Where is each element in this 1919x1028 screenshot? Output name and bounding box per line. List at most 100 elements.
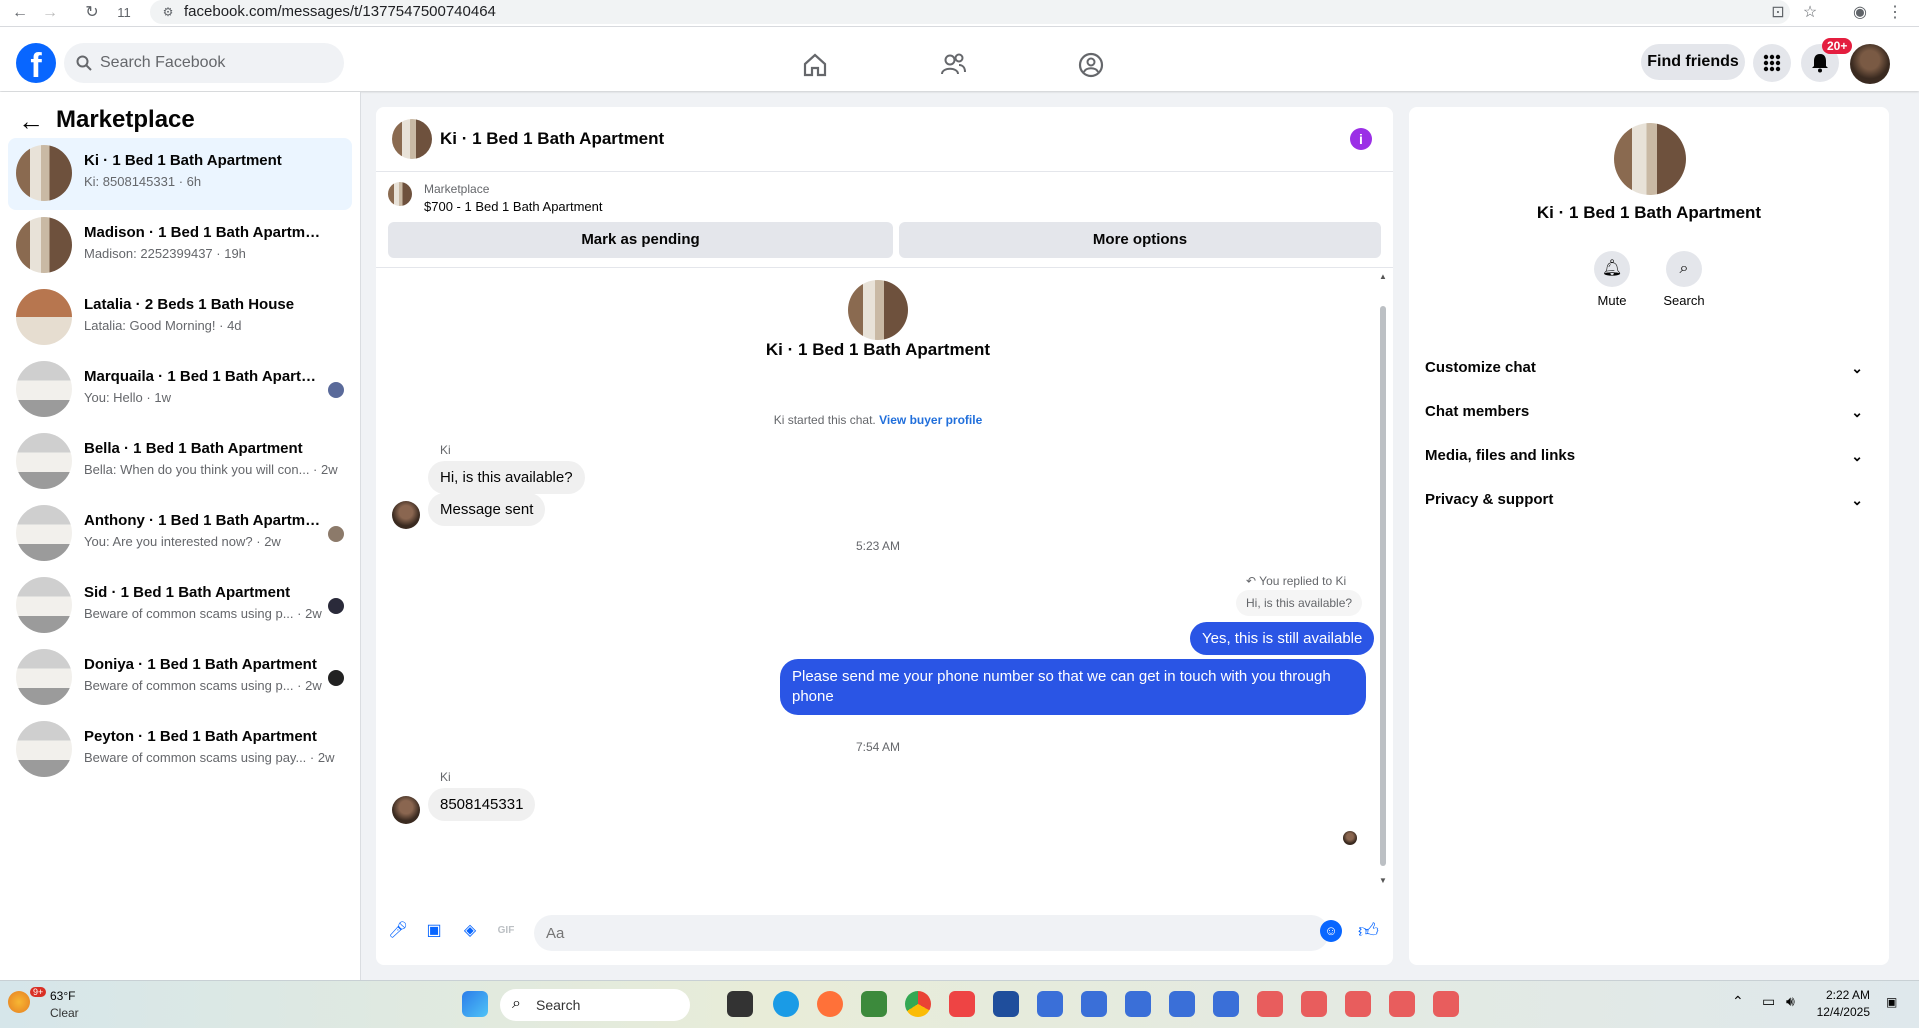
snipping-tool-icon[interactable] xyxy=(949,991,975,1017)
conversation-item[interactable]: Marquaila · 1 Bed 1 Bath Apartm... You: H… xyxy=(8,354,352,426)
menu-icon[interactable]: ⋮ xyxy=(1885,3,1905,23)
sender-avatar[interactable] xyxy=(392,501,420,529)
reload-icon[interactable]: ↻ xyxy=(82,3,102,23)
chat-avatar[interactable] xyxy=(392,119,432,159)
task-view-icon[interactable] xyxy=(727,991,753,1017)
mute-button[interactable]: 🔔︎ Mute xyxy=(1577,251,1647,308)
volume-icon[interactable]: 🔊︎ xyxy=(1786,993,1795,1010)
app-icon[interactable] xyxy=(861,991,887,1017)
sender-avatar[interactable] xyxy=(392,796,420,824)
chrome-icon[interactable] xyxy=(905,991,931,1017)
notification-center-icon[interactable]: ▣ xyxy=(1886,995,1897,1009)
profile-icon[interactable]: ◉ xyxy=(1850,3,1870,23)
conversation-item[interactable]: Doniya · 1 Bed 1 Bath Apartment Beware of… xyxy=(8,642,352,714)
photo-icon[interactable]: ▣ xyxy=(424,921,444,941)
conversation-item[interactable]: Anthony · 1 Bed 1 Bath Apartment You: Are… xyxy=(8,498,352,570)
incoming-message[interactable]: Message sent xyxy=(428,493,546,526)
view-buyer-profile-link[interactable]: View buyer profile xyxy=(879,413,982,427)
clock-time[interactable]: 2:22 AM xyxy=(1800,988,1870,1002)
more-options-button[interactable]: More options xyxy=(899,222,1381,258)
find-friends-button[interactable]: Find friends xyxy=(1641,44,1745,80)
friends-icon[interactable] xyxy=(939,51,967,79)
microphone-icon[interactable]: 🎤︎ xyxy=(388,921,408,941)
account-avatar[interactable] xyxy=(1850,44,1890,84)
details-avatar[interactable] xyxy=(1614,123,1686,195)
back-arrow-icon[interactable]: ← xyxy=(18,106,44,137)
home-icon[interactable] xyxy=(801,51,829,79)
incoming-message[interactable]: 8508145331 xyxy=(428,788,536,821)
info-icon[interactable]: i xyxy=(1350,128,1372,150)
item-label: Chat members xyxy=(1425,403,1530,420)
app-icon[interactable] xyxy=(1081,991,1107,1017)
forward-icon[interactable]: → xyxy=(40,3,60,23)
install-icon[interactable]: ⊡ xyxy=(1768,3,1788,23)
emoji-icon[interactable]: ☺ xyxy=(1320,920,1342,942)
conversation-thumbnail xyxy=(16,145,72,201)
chevron-up-icon[interactable]: ⌃ xyxy=(1732,993,1744,1010)
privacy-support-item[interactable]: Privacy & support ⌄ xyxy=(1425,480,1873,520)
thumbs-up-icon[interactable]: 👍︎ xyxy=(1358,921,1379,941)
app-icon[interactable] xyxy=(1301,991,1327,1017)
search-facebook-input[interactable]: Search Facebook xyxy=(64,43,344,83)
chat-members-item[interactable]: Chat members ⌄ xyxy=(1425,392,1873,432)
app-icon[interactable] xyxy=(1389,991,1415,1017)
scroll-up-icon[interactable]: ▲ xyxy=(1379,272,1387,281)
customize-chat-item[interactable]: Customize chat ⌄ xyxy=(1425,348,1873,388)
edge-icon[interactable] xyxy=(773,991,799,1017)
bookmark-star-icon[interactable]: ☆ xyxy=(1800,3,1820,23)
network-icon[interactable]: ▭ xyxy=(1762,993,1775,1010)
taskbar-search[interactable]: ⌕ Search xyxy=(500,989,690,1021)
conversation-item[interactable]: Bella · 1 Bed 1 Bath Apartment Bella: Whe… xyxy=(8,426,352,498)
weather-temp[interactable]: 63°F xyxy=(50,989,75,1003)
vpn-icon[interactable] xyxy=(993,991,1019,1017)
read-receipt-avatar xyxy=(328,598,344,614)
incoming-message[interactable]: Hi, is this available? xyxy=(428,461,585,494)
app-icon[interactable] xyxy=(1345,991,1371,1017)
back-icon[interactable]: ← xyxy=(10,3,30,23)
conversation-title: Ki · 1 Bed 1 Bath Apartment xyxy=(84,152,282,169)
chevron-down-icon: ⌄ xyxy=(1851,492,1863,508)
outgoing-message[interactable]: Yes, this is still available xyxy=(1190,622,1375,655)
details-title: Ki · 1 Bed 1 Bath Apartment xyxy=(1536,203,1762,222)
outgoing-message[interactable]: Please send me your phone number so that… xyxy=(780,659,1366,715)
facebook-logo[interactable]: f xyxy=(16,43,56,83)
scroll-down-icon[interactable]: ▼ xyxy=(1379,876,1387,885)
chat-header: Ki · 1 Bed 1 Bath Apartment i xyxy=(376,107,1393,172)
app-icon[interactable] xyxy=(1125,991,1151,1017)
groups-icon[interactable] xyxy=(1077,51,1105,79)
app-icon[interactable] xyxy=(1257,991,1283,1017)
media-files-links-item[interactable]: Media, files and links ⌄ xyxy=(1425,436,1873,476)
seen-indicator-avatar xyxy=(1343,831,1357,845)
chat-title[interactable]: Ki · 1 Bed 1 Bath Apartment xyxy=(440,129,664,149)
address-bar[interactable]: ⚙ facebook.com/messages/t/13775475007404… xyxy=(150,0,1790,24)
conversation-item[interactable]: Sid · 1 Bed 1 Bath Apartment Beware of co… xyxy=(8,570,352,642)
app-icon[interactable] xyxy=(1433,991,1459,1017)
search-in-chat-button[interactable]: ⌕ Search xyxy=(1649,251,1719,308)
chat-panel: Ki · 1 Bed 1 Bath Apartment i Marketplac… xyxy=(376,107,1393,965)
site-info-icon[interactable]: ⚙ xyxy=(158,2,178,22)
scroll-thumb[interactable] xyxy=(1380,306,1386,866)
conversation-item[interactable]: Peyton · 1 Bed 1 Bath Apartment Beware of… xyxy=(8,714,352,786)
firefox-icon[interactable] xyxy=(817,991,843,1017)
conversation-item[interactable]: Madison · 1 Bed 1 Bath Apartment Madison:… xyxy=(8,210,352,282)
sticker-icon[interactable]: ◈ xyxy=(460,921,480,941)
gif-icon[interactable]: GIF xyxy=(496,921,516,941)
clock-date[interactable]: 12/4/2025 xyxy=(1800,1005,1870,1019)
conversation-item[interactable]: Latalia · 2 Beds 1 Bath House Latalia: Go… xyxy=(8,282,352,354)
app-icon[interactable] xyxy=(1213,991,1239,1017)
windows-start-icon[interactable] xyxy=(462,991,488,1017)
mark-as-pending-button[interactable]: Mark as pending xyxy=(388,222,893,258)
app-icon[interactable] xyxy=(1037,991,1063,1017)
conversation-thumbnail xyxy=(16,505,72,561)
quoted-message[interactable]: Hi, is this available? xyxy=(1236,590,1363,616)
menu-grid-button[interactable] xyxy=(1753,44,1791,82)
conversation-item[interactable]: Ki · 1 Bed 1 Bath Apartment Ki: 850814533… xyxy=(8,138,352,210)
thread-scrollbar[interactable]: ▲ ▼ xyxy=(1379,272,1387,885)
conversation-preview: Beware of common scams using p... · 2w xyxy=(84,606,322,621)
weather-icon[interactable] xyxy=(8,991,30,1013)
app-icon[interactable] xyxy=(1169,991,1195,1017)
search-placeholder: Search Facebook xyxy=(100,54,226,71)
message-input[interactable] xyxy=(534,915,1329,951)
conversation-preview: You: Are you interested now? · 2w xyxy=(84,534,281,549)
tab-count[interactable]: 11 xyxy=(114,3,134,23)
